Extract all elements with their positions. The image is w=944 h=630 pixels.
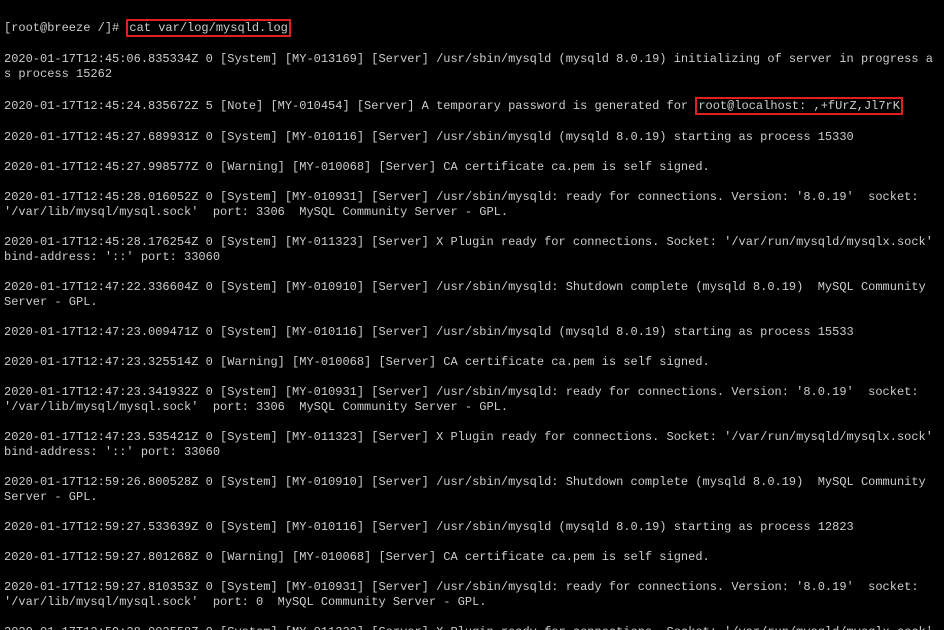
log-line: 2020-01-17T12:45:27.689931Z 0 [System] [… (4, 130, 940, 145)
temp-password-highlight-box: root@localhost: ,+fUrZ,Jl7rK (695, 97, 903, 115)
shell-prompt: [root@breeze /]# (4, 21, 126, 35)
command-highlight-box: cat var/log/mysqld.log (126, 19, 290, 37)
log-line: 2020-01-17T12:59:26.800528Z 0 [System] [… (4, 475, 940, 505)
log-line: 2020-01-17T12:45:28.016052Z 0 [System] [… (4, 190, 940, 220)
log-line: 2020-01-17T12:47:23.341932Z 0 [System] [… (4, 385, 940, 415)
temp-password-line: 2020-01-17T12:45:24.835672Z 5 [Note] [MY… (4, 97, 940, 115)
log-line: 2020-01-17T12:47:23.009471Z 0 [System] [… (4, 325, 940, 340)
log-line: 2020-01-17T12:59:27.533639Z 0 [System] [… (4, 520, 940, 535)
log-line: 2020-01-17T12:59:27.810353Z 0 [System] [… (4, 580, 940, 610)
log-line: 2020-01-17T12:45:06.835334Z 0 [System] [… (4, 52, 940, 82)
prompt-line-1: [root@breeze /]# cat var/log/mysqld.log (4, 19, 940, 37)
log-line: 2020-01-17T12:59:28.002558Z 0 [System] [… (4, 625, 940, 630)
terminal-output[interactable]: [root@breeze /]# cat var/log/mysqld.log … (0, 0, 944, 630)
log-line: 2020-01-17T12:47:23.535421Z 0 [System] [… (4, 430, 940, 460)
log-line: 2020-01-17T12:47:23.325514Z 0 [Warning] … (4, 355, 940, 370)
log-line: 2020-01-17T12:45:28.176254Z 0 [System] [… (4, 235, 940, 265)
temp-password-prefix: 2020-01-17T12:45:24.835672Z 5 [Note] [MY… (4, 99, 695, 113)
log-line: 2020-01-17T12:59:27.801268Z 0 [Warning] … (4, 550, 940, 565)
log-line: 2020-01-17T12:47:22.336604Z 0 [System] [… (4, 280, 940, 310)
log-line: 2020-01-17T12:45:27.998577Z 0 [Warning] … (4, 160, 940, 175)
